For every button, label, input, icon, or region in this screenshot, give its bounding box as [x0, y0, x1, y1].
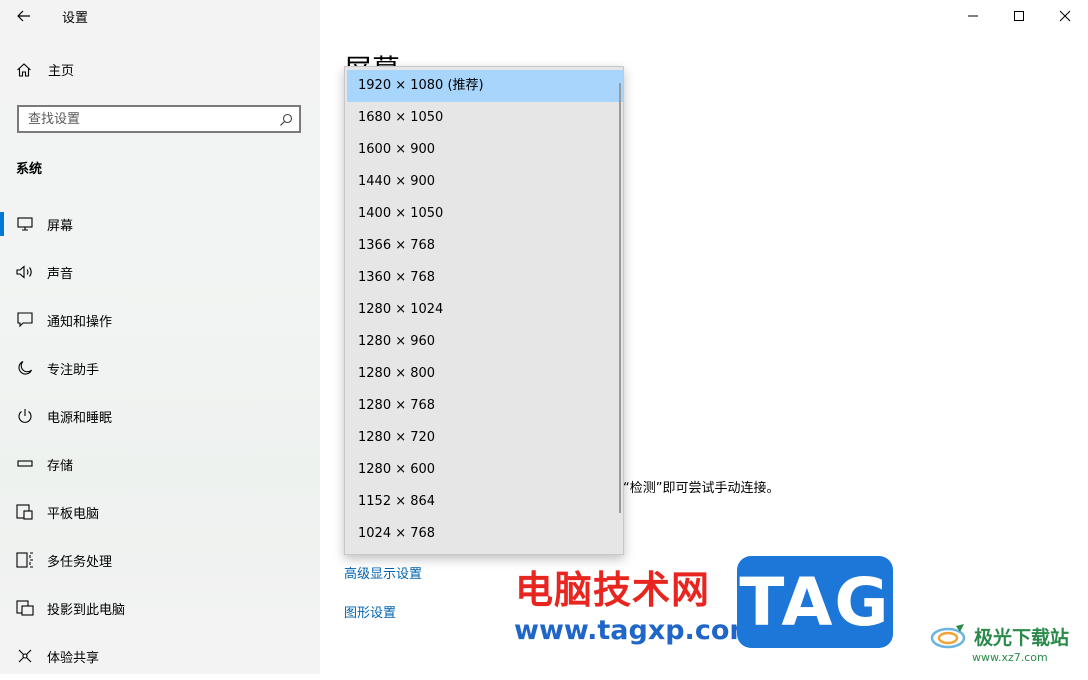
sidebar-item-label: 专注助手 [47, 363, 100, 378]
sidebar-nav: 屏幕 声音 通知和操作 专注助手 电源和睡眠 存储 平板电脑 多任务处理 投影到… [0, 200, 320, 680]
sidebar-item-label: 体验共享 [47, 651, 100, 666]
detect-hint-text: “检测”即可尝试手动连接。 [623, 481, 780, 496]
sidebar-item-label: 电源和睡眠 [47, 411, 113, 426]
sidebar-item-label: 通知和操作 [47, 315, 113, 330]
sidebar-item-label: 投影到此电脑 [47, 603, 126, 618]
sidebar-item-power-sleep[interactable]: 电源和睡眠 [0, 392, 320, 440]
watermark-brand2-url: www.xz7.com [972, 651, 1048, 664]
sidebar-item-label: 存储 [47, 459, 74, 474]
resolution-option[interactable]: 1600 × 900 [347, 134, 623, 166]
sidebar-item-label: 屏幕 [47, 219, 74, 234]
home-label: 主页 [48, 64, 75, 79]
resolution-option[interactable]: 1280 × 720 [347, 422, 623, 454]
resolution-option[interactable]: 1680 × 1050 [347, 102, 623, 134]
resolution-option[interactable]: 1280 × 600 [347, 454, 623, 486]
storage-icon [16, 455, 34, 473]
resolution-option[interactable]: 1280 × 768 [347, 390, 623, 422]
search-input[interactable] [19, 107, 278, 131]
project-icon [16, 599, 34, 617]
resolution-option[interactable]: 1024 × 768 [347, 518, 623, 550]
resolution-option[interactable]: 1400 × 1050 [347, 198, 623, 230]
multitask-icon [16, 551, 34, 569]
moon-icon [16, 359, 34, 377]
sidebar-item-multitasking[interactable]: 多任务处理 [0, 536, 320, 584]
power-icon [16, 407, 34, 425]
brand-logo-icon [930, 624, 966, 649]
watermark-tag-badge: TAG [737, 556, 893, 648]
resolution-option[interactable]: 1280 × 960 [347, 326, 623, 358]
resolution-option[interactable]: 1366 × 768 [347, 230, 623, 262]
sidebar-item-focus-assist[interactable]: 专注助手 [0, 344, 320, 392]
search-box[interactable] [17, 105, 301, 133]
advanced-display-settings-link[interactable]: 高级显示设置 [344, 563, 422, 582]
sidebar-item-label: 声音 [47, 267, 74, 282]
resolution-option-selected[interactable]: 1920 × 1080 (推荐) [347, 70, 623, 102]
monitor-icon [16, 215, 34, 233]
graphics-settings-link[interactable]: 图形设置 [344, 602, 396, 621]
watermark-site-name: 电脑技术网 [515, 568, 711, 612]
sidebar-item-shared-experiences[interactable]: 体验共享 [0, 632, 320, 680]
sidebar-item-label: 多任务处理 [47, 555, 113, 570]
resolution-option[interactable]: 1280 × 800 [347, 358, 623, 390]
minimize-button[interactable] [950, 0, 996, 32]
resolution-dropdown-list[interactable]: 1920 × 1080 (推荐) 1680 × 1050 1600 × 900 … [344, 66, 624, 555]
home-icon [17, 62, 31, 77]
resolution-option[interactable]: 1280 × 1024 [347, 294, 623, 326]
dropdown-scrollbar[interactable] [619, 83, 621, 513]
sidebar-item-storage[interactable]: 存储 [0, 440, 320, 488]
app-title: 设置 [62, 11, 89, 26]
minimize-icon [968, 15, 978, 17]
notification-icon [16, 311, 34, 329]
sidebar-item-notifications[interactable]: 通知和操作 [0, 296, 320, 344]
close-button[interactable] [1042, 0, 1088, 32]
resolution-option[interactable]: 1152 × 864 [347, 486, 623, 518]
sidebar-item-sound[interactable]: 声音 [0, 248, 320, 296]
watermark-brand2: 极光下载站 [930, 622, 1069, 650]
share-icon [16, 647, 34, 665]
sidebar-item-display[interactable]: 屏幕 [0, 200, 320, 248]
resolution-option[interactable]: 1360 × 768 [347, 262, 623, 294]
maximize-button[interactable] [996, 0, 1042, 32]
sidebar-item-project[interactable]: 投影到此电脑 [0, 584, 320, 632]
section-label-system: 系统 [16, 162, 43, 177]
search-icon[interactable] [279, 112, 293, 131]
back-arrow-icon [17, 10, 30, 22]
tablet-icon [16, 503, 34, 521]
sidebar: 设置 主页 系统 屏幕 声音 [0, 0, 320, 674]
watermark-brand2-name: 极光下载站 [974, 626, 1070, 649]
speaker-icon [16, 263, 34, 281]
watermark-url: www.tagxp.com [514, 615, 758, 646]
sidebar-item-label: 平板电脑 [47, 507, 100, 522]
back-button[interactable] [12, 4, 36, 28]
resolution-option[interactable]: 1440 × 900 [347, 166, 623, 198]
close-icon [1059, 10, 1071, 22]
watermark-tag-text: TAG [739, 563, 891, 641]
sidebar-item-home[interactable]: 主页 [16, 60, 74, 79]
sidebar-item-tablet[interactable]: 平板电脑 [0, 488, 320, 536]
maximize-icon [1014, 11, 1024, 21]
